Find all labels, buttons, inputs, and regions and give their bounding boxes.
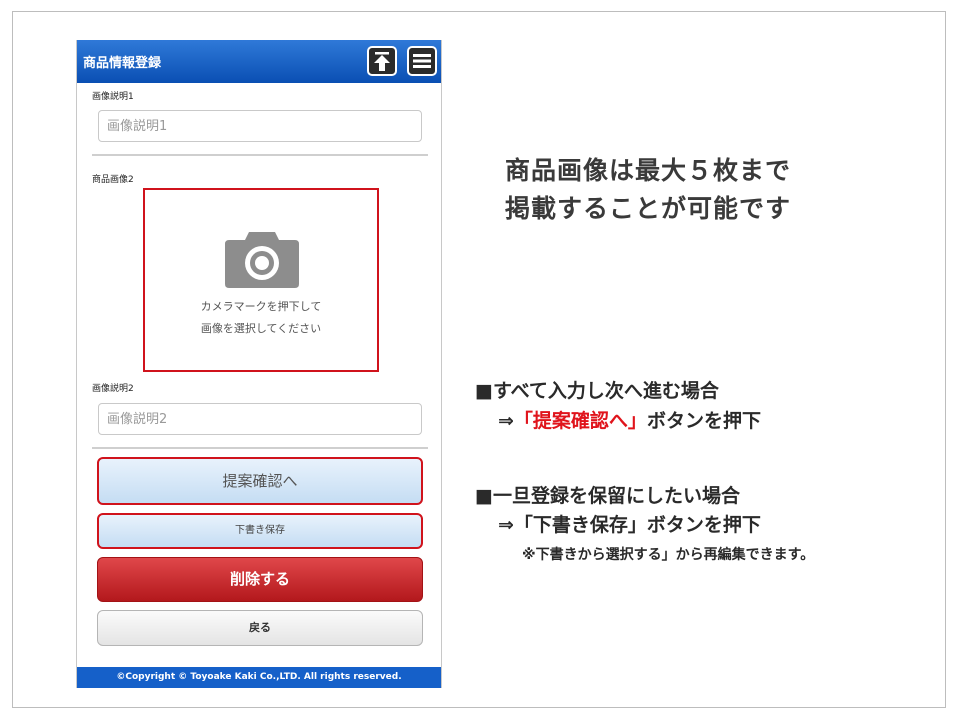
arrow-up-to-top-icon — [374, 52, 390, 71]
note1-suffix: ボタンを押下 — [646, 410, 761, 432]
copyright-footer: ©Copyright © Toyoake Kaki Co.,LTD. All r… — [77, 667, 441, 688]
confirm-proposal-button[interactable]: 提案確認へ — [97, 457, 423, 505]
note1-title: ■すべて入力し次へ進む場合 — [475, 380, 719, 402]
save-draft-button[interactable]: 下書き保存 — [97, 513, 423, 549]
desc2-label: 画像説明2 — [92, 384, 134, 394]
note1-prefix: ⇒ — [498, 410, 514, 432]
headline-line1: 商品画像は最大５枚まで — [505, 156, 792, 185]
app-header: 商品情報登録 — [77, 40, 441, 83]
image-upload-area[interactable]: カメラマークを押下して 画像を選択してください — [143, 188, 379, 372]
menu-button[interactable] — [407, 46, 437, 76]
scroll-top-button[interactable] — [367, 46, 397, 76]
desc1-input[interactable] — [98, 110, 422, 142]
camera-icon — [225, 232, 299, 288]
desc1-label: 画像説明1 — [92, 92, 134, 102]
phone-screen: 商品情報登録 画像説明1 商品画像2 カメラマークを押下して 画像を選択してくだ… — [76, 40, 442, 688]
camera-instruction-line2: 画像を選択してください — [200, 322, 322, 335]
page-title: 商品情報登録 — [83, 56, 162, 71]
desc2-input[interactable] — [98, 403, 422, 435]
note2-small: ※下書きから選択する」から再編集できます。 — [522, 547, 815, 563]
note1-line: ⇒「提案確認へ」ボタンを押下 — [498, 406, 761, 433]
divider — [92, 447, 428, 449]
hamburger-menu-icon — [413, 54, 431, 68]
note2-line: ⇒「下書き保存」ボタンを押下 — [498, 514, 761, 536]
back-button[interactable]: 戻る — [97, 610, 423, 646]
image2-label: 商品画像2 — [92, 175, 134, 185]
headline: 商品画像は最大５枚まで 掲載することが可能です — [505, 152, 791, 228]
note2-title: ■一旦登録を保留にしたい場合 — [475, 485, 740, 507]
delete-button[interactable]: 削除する — [97, 557, 423, 602]
divider — [92, 154, 428, 156]
note1-highlight: 「提案確認へ」 — [513, 410, 647, 432]
camera-instruction-line1: カメラマークを押下して — [200, 300, 322, 313]
headline-line2: 掲載することが可能です — [505, 194, 792, 223]
